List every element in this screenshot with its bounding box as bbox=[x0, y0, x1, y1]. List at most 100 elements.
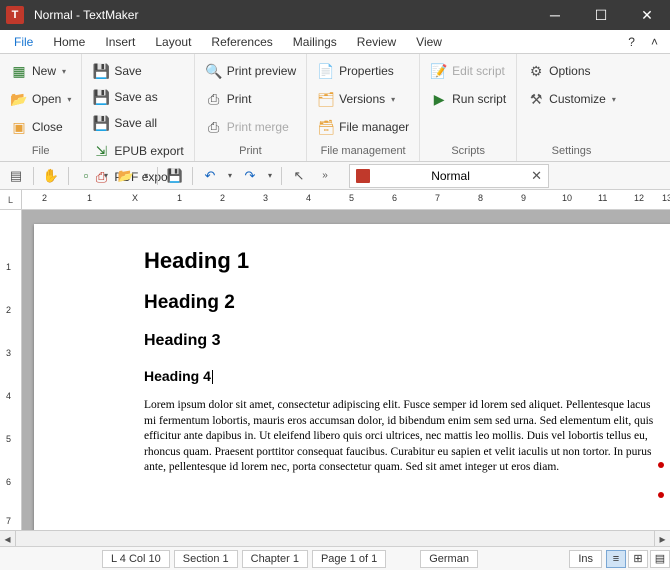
menu-insert[interactable]: Insert bbox=[95, 32, 145, 52]
print-preview-icon: 🔍 bbox=[205, 62, 223, 80]
qat-new[interactable]: ▫ bbox=[74, 165, 98, 187]
versions-icon: 🗂 bbox=[317, 90, 335, 108]
body-text[interactable]: Lorem ipsum dolor sit amet, consectetur … bbox=[144, 398, 654, 476]
ribbon-group-label: File management bbox=[313, 143, 413, 161]
qat-item[interactable]: ▤ bbox=[4, 165, 28, 187]
qat-open[interactable]: 📂 bbox=[114, 165, 138, 187]
file-manager-button[interactable]: 🗃File manager bbox=[313, 114, 413, 140]
new-doc-icon: ▦ bbox=[10, 62, 28, 80]
heading-3[interactable]: Heading 3 bbox=[144, 332, 670, 350]
document-tab[interactable]: Normal ✕ bbox=[349, 164, 549, 188]
heading-2[interactable]: Heading 2 bbox=[144, 292, 670, 314]
save-button[interactable]: 💾Save bbox=[88, 58, 187, 84]
options-button[interactable]: ⚙Options bbox=[523, 58, 620, 84]
qat-dd[interactable]: ▾ bbox=[264, 165, 276, 187]
save-as-button[interactable]: 💾Save as bbox=[88, 84, 187, 110]
qat-more[interactable]: » bbox=[313, 165, 337, 187]
close-button[interactable]: ▣Close bbox=[6, 114, 75, 140]
ribbon-collapse-button[interactable]: ˄ bbox=[643, 32, 666, 52]
print-merge-icon: ⎙ bbox=[205, 118, 223, 136]
change-marker-icon bbox=[658, 492, 664, 498]
heading-1[interactable]: Heading 1 bbox=[144, 248, 670, 274]
doc-tab-icon bbox=[356, 169, 370, 183]
ribbon-group-scripts: 📝Edit script ▶Run script Scripts bbox=[420, 54, 517, 161]
customize-icon: ⚒ bbox=[527, 90, 545, 108]
edit-script-icon: 📝 bbox=[430, 62, 448, 80]
status-chapter[interactable]: Chapter 1 bbox=[242, 550, 308, 568]
menu-review[interactable]: Review bbox=[347, 32, 406, 52]
ribbon: ▦New▾ 📂Open▾ ▣Close File 💾Save 💾Save as … bbox=[0, 54, 670, 162]
document-viewport[interactable]: Heading 1 Heading 2 Heading 3 Heading 4 … bbox=[22, 210, 670, 530]
qat-redo[interactable]: ↷ bbox=[238, 165, 262, 187]
status-bar: L 4 Col 10 Section 1 Chapter 1 Page 1 of… bbox=[0, 546, 670, 570]
view-mode-outline[interactable]: ⊞ bbox=[628, 550, 648, 568]
menu-layout[interactable]: Layout bbox=[145, 32, 201, 52]
horizontal-ruler[interactable]: 2 1 X 1 2 3 4 5 6 7 8 9 10 11 12 13 bbox=[22, 190, 670, 209]
horizontal-ruler-row: L 2 1 X 1 2 3 4 5 6 7 8 9 10 11 12 13 bbox=[0, 190, 670, 210]
horizontal-scrollbar[interactable]: ◂ ▸ bbox=[0, 530, 670, 546]
run-script-button[interactable]: ▶Run script bbox=[426, 86, 510, 112]
status-page[interactable]: Page 1 of 1 bbox=[312, 550, 386, 568]
status-position[interactable]: L 4 Col 10 bbox=[102, 550, 170, 568]
print-preview-button[interactable]: 🔍Print preview bbox=[201, 58, 300, 84]
vertical-ruler[interactable]: 1 2 3 4 5 6 7 bbox=[0, 210, 22, 530]
scroll-right-button[interactable]: ▸ bbox=[654, 531, 670, 546]
close-doc-icon: ▣ bbox=[10, 118, 28, 136]
new-button[interactable]: ▦New▾ bbox=[6, 58, 75, 84]
minimize-button[interactable]: ─ bbox=[532, 0, 578, 30]
scroll-left-button[interactable]: ◂ bbox=[0, 531, 16, 546]
qat-dd[interactable]: ▾ bbox=[140, 165, 152, 187]
menu-view[interactable]: View bbox=[406, 32, 452, 52]
text-cursor bbox=[212, 370, 213, 384]
view-mode-normal[interactable]: ≡ bbox=[606, 550, 626, 568]
versions-button[interactable]: 🗂Versions▾ bbox=[313, 86, 413, 112]
heading-4[interactable]: Heading 4 bbox=[144, 368, 670, 384]
title-bar: T Normal - TextMaker ─ ☐ ✕ bbox=[0, 0, 670, 30]
print-icon: ⎙ bbox=[205, 90, 223, 108]
document-area: 1 2 3 4 5 6 7 Heading 1 Heading 2 Headin… bbox=[0, 210, 670, 530]
ribbon-group-label: Print bbox=[201, 143, 300, 161]
qat-hand[interactable]: ✋ bbox=[39, 165, 63, 187]
menu-help[interactable]: ? bbox=[620, 32, 643, 52]
doc-tab-close[interactable]: ✕ bbox=[531, 168, 542, 184]
save-all-button[interactable]: 💾Save all bbox=[88, 110, 187, 136]
ribbon-group-label: Scripts bbox=[426, 143, 510, 161]
ribbon-group-filemgmt: 📄Properties 🗂Versions▾ 🗃File manager Fil… bbox=[307, 54, 420, 161]
qat-dd[interactable]: ▾ bbox=[100, 165, 112, 187]
ruler-corner[interactable]: L bbox=[0, 190, 22, 209]
maximize-button[interactable]: ☐ bbox=[578, 0, 624, 30]
open-button[interactable]: 📂Open▾ bbox=[6, 86, 75, 112]
doc-tab-name: Normal bbox=[430, 169, 471, 183]
menu-mailings[interactable]: Mailings bbox=[283, 32, 347, 52]
edit-script-button[interactable]: 📝Edit script bbox=[426, 58, 510, 84]
qat-pointer[interactable]: ↖ bbox=[287, 165, 311, 187]
status-section[interactable]: Section 1 bbox=[174, 550, 238, 568]
customize-button[interactable]: ⚒Customize▾ bbox=[523, 86, 620, 112]
menu-references[interactable]: References bbox=[201, 32, 282, 52]
print-merge-button[interactable]: ⎙Print merge bbox=[201, 114, 300, 140]
qat-dd[interactable]: ▾ bbox=[224, 165, 236, 187]
file-manager-icon: 🗃 bbox=[317, 118, 335, 136]
scroll-track[interactable] bbox=[16, 531, 654, 546]
epub-icon: ⇲ bbox=[92, 142, 110, 160]
print-button[interactable]: ⎙Print bbox=[201, 86, 300, 112]
ribbon-group-label: Settings bbox=[523, 143, 620, 161]
qat-undo[interactable]: ↶ bbox=[198, 165, 222, 187]
ribbon-group-print: 🔍Print preview ⎙Print ⎙Print merge Print bbox=[195, 54, 307, 161]
change-marker-icon bbox=[658, 462, 664, 468]
menu-file[interactable]: File bbox=[4, 32, 43, 52]
ribbon-group-label: File bbox=[6, 143, 75, 161]
app-icon: T bbox=[6, 6, 24, 24]
menu-home[interactable]: Home bbox=[43, 32, 95, 52]
view-mode-draft[interactable]: ▤ bbox=[650, 550, 670, 568]
status-insert-mode[interactable]: Ins bbox=[569, 550, 602, 568]
status-language[interactable]: German bbox=[420, 550, 478, 568]
qat-save[interactable]: 💾 bbox=[163, 165, 187, 187]
quick-access-toolbar: ▤ ✋ ▫ ▾ 📂 ▾ 💾 ↶ ▾ ↷ ▾ ↖ » Normal ✕ bbox=[0, 162, 670, 190]
save-all-icon: 💾 bbox=[92, 114, 110, 132]
menu-bar: File Home Insert Layout References Maili… bbox=[0, 30, 670, 54]
epub-export-button[interactable]: ⇲EPUB export bbox=[88, 138, 187, 164]
page[interactable]: Heading 1 Heading 2 Heading 3 Heading 4 … bbox=[34, 224, 670, 530]
properties-button[interactable]: 📄Properties bbox=[313, 58, 413, 84]
close-window-button[interactable]: ✕ bbox=[624, 0, 670, 30]
